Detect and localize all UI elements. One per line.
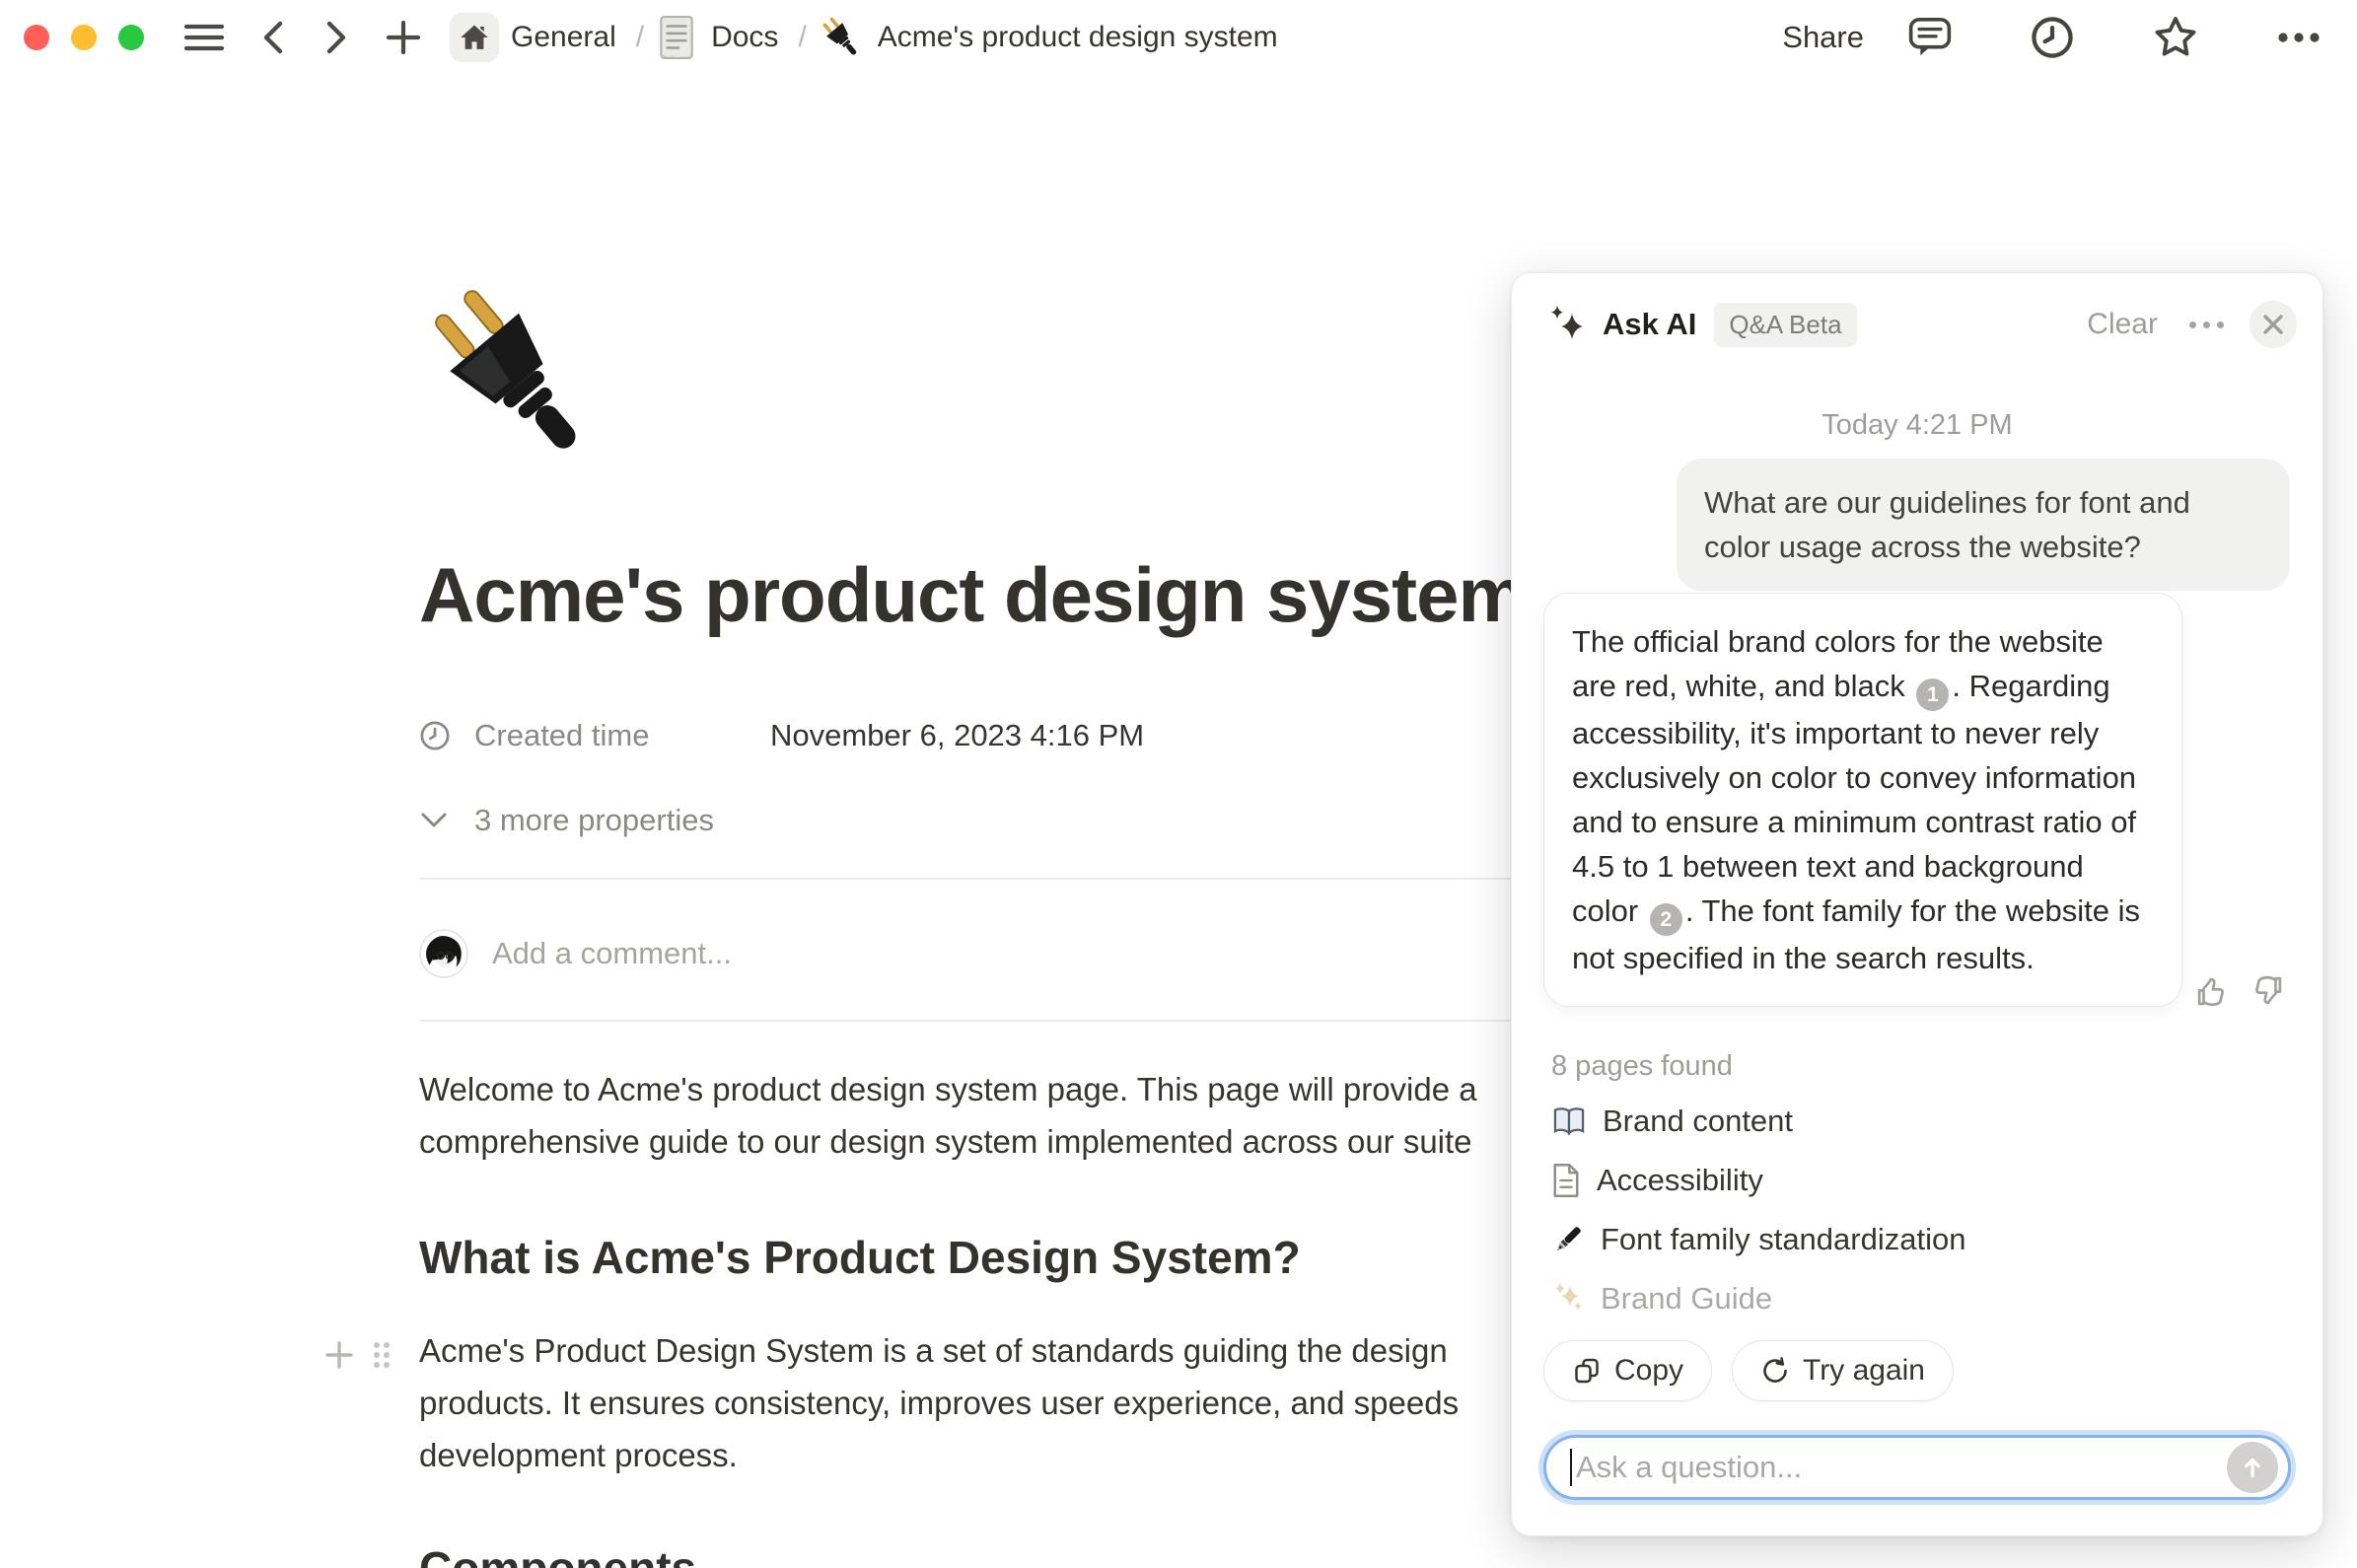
close-panel-button[interactable] — [2250, 301, 2297, 348]
toolbar-right: Share — [1782, 15, 2321, 60]
back-icon[interactable] — [258, 19, 288, 56]
try-again-button-label: Try again — [1803, 1354, 1925, 1388]
more-properties-toggle[interactable]: 3 more properties — [419, 803, 714, 838]
conversation-timestamp: Today 4:21 PM — [1512, 409, 2322, 442]
copy-button[interactable]: Copy — [1543, 1340, 1712, 1401]
window-controls — [24, 25, 144, 50]
try-again-button[interactable]: Try again — [1732, 1340, 1954, 1401]
send-question-button[interactable] — [2227, 1442, 2278, 1493]
property-created-time[interactable]: Created time November 6, 2023 4:16 PM — [419, 718, 1144, 753]
share-button[interactable]: Share — [1782, 20, 1864, 55]
forward-icon[interactable] — [321, 19, 351, 56]
favorite-star-icon[interactable] — [2152, 15, 2199, 60]
ask-ai-header: Ask AI Q&A Beta Clear — [1547, 299, 2297, 350]
section1-paragraph-line[interactable]: development process. — [419, 1437, 738, 1474]
close-icon — [2262, 314, 2284, 335]
zoom-window-button[interactable] — [118, 25, 144, 50]
breadcrumb-separator: / — [798, 21, 806, 54]
copy-button-label: Copy — [1614, 1354, 1683, 1388]
minimize-window-button[interactable] — [71, 25, 97, 50]
add-comment-placeholder[interactable]: Add a comment... — [492, 936, 732, 971]
ai-sparkle-icon — [1547, 304, 1589, 345]
ask-ai-title: Ask AI — [1603, 307, 1696, 342]
user-question-bubble: What are our guidelines for font and col… — [1677, 459, 2290, 591]
page-title[interactable]: Acme's product design system — [419, 550, 1526, 640]
section-heading-components[interactable]: Components — [419, 1541, 696, 1568]
thumbs-down-icon[interactable] — [2250, 973, 2285, 1009]
copy-icon — [1572, 1356, 1602, 1386]
feedback-buttons — [2194, 973, 2285, 1009]
more-options-icon[interactable] — [2276, 31, 2321, 44]
source-page-font-family[interactable]: Font family standardization — [1551, 1222, 1965, 1257]
retry-icon — [1760, 1356, 1790, 1386]
answer-text: . Regarding accessibility, it's importan… — [1572, 669, 2136, 928]
created-time-label: Created time — [474, 718, 770, 753]
ask-question-placeholder: Ask a question... — [1576, 1450, 2227, 1485]
ask-ai-panel: Ask AI Q&A Beta Clear Today 4:21 PM What… — [1511, 272, 2323, 1536]
document-icon — [1551, 1163, 1581, 1198]
plug-icon — [819, 15, 864, 60]
breadcrumb: General / Docs / — [450, 13, 1288, 62]
more-properties-label: 3 more properties — [474, 803, 714, 838]
intro-paragraph-line[interactable]: comprehensive guide to our design system… — [419, 1123, 1472, 1161]
pen-icon — [1551, 1223, 1585, 1256]
section1-paragraph-line[interactable]: products. It ensures consistency, improv… — [419, 1385, 1459, 1422]
source-page-brand-guide[interactable]: Brand Guide — [1551, 1281, 1772, 1317]
block-handles — [323, 1339, 393, 1371]
sparkles-icon — [1551, 1282, 1585, 1316]
comments-icon[interactable] — [1907, 16, 1953, 59]
citation-2[interactable]: 2 — [1650, 903, 1682, 936]
history-clock-icon[interactable] — [2030, 15, 2075, 60]
citation-1[interactable]: 1 — [1916, 678, 1949, 711]
breadcrumb-item-docs[interactable]: Docs — [711, 21, 778, 54]
source-page-brand-content[interactable]: Brand content — [1551, 1104, 1793, 1139]
add-block-icon[interactable] — [323, 1339, 355, 1371]
arrow-up-icon — [2238, 1453, 2267, 1482]
source-page-accessibility[interactable]: Accessibility — [1551, 1163, 1763, 1198]
breadcrumb-item-current-page[interactable]: Acme's product design system — [878, 21, 1278, 54]
answer-actions: Copy Try again — [1543, 1340, 1954, 1401]
ask-question-input[interactable]: Ask a question... — [1543, 1435, 2291, 1500]
page-plug-icon[interactable] — [417, 280, 605, 467]
source-page-label: Brand content — [1603, 1104, 1793, 1139]
home-icon — [460, 23, 489, 52]
thumbs-up-icon[interactable] — [2194, 973, 2230, 1009]
document-icon — [658, 15, 695, 60]
ai-answer-bubble: The official brand colors for the websit… — [1543, 593, 2182, 1007]
breadcrumb-item-general[interactable]: General — [511, 21, 616, 54]
app-window: General / Docs / — [0, 0, 2357, 1568]
text-cursor — [1570, 1449, 1572, 1486]
book-icon — [1551, 1105, 1587, 1138]
section-heading-what-is[interactable]: What is Acme's Product Design System? — [419, 1231, 1301, 1284]
created-time-value: November 6, 2023 4:16 PM — [770, 718, 1144, 753]
toolbar: General / Docs / — [0, 0, 2357, 75]
source-page-label: Font family standardization — [1601, 1222, 1965, 1257]
add-comment-row[interactable]: Add a comment... — [419, 929, 732, 978]
source-page-label: Brand Guide — [1601, 1281, 1772, 1317]
panel-more-options-icon[interactable] — [2189, 321, 2224, 328]
sidebar-toggle-icon[interactable] — [183, 21, 225, 54]
created-time-clock-icon — [419, 720, 451, 751]
section1-paragraph-line[interactable]: Acme's Product Design System is a set of… — [419, 1332, 1448, 1370]
chevron-down-icon — [419, 811, 449, 830]
pages-found-label: 8 pages found — [1551, 1050, 1733, 1083]
breadcrumb-home[interactable] — [450, 13, 499, 62]
user-avatar — [419, 929, 468, 978]
source-page-label: Accessibility — [1597, 1163, 1763, 1198]
qa-beta-badge: Q&A Beta — [1714, 303, 1856, 347]
breadcrumb-separator: / — [636, 21, 644, 54]
drag-handle-icon[interactable] — [371, 1339, 393, 1371]
close-window-button[interactable] — [24, 25, 49, 50]
intro-paragraph-line[interactable]: Welcome to Acme's product design system … — [419, 1071, 1477, 1108]
new-page-icon[interactable] — [385, 19, 422, 56]
clear-button[interactable]: Clear — [2087, 308, 2158, 341]
